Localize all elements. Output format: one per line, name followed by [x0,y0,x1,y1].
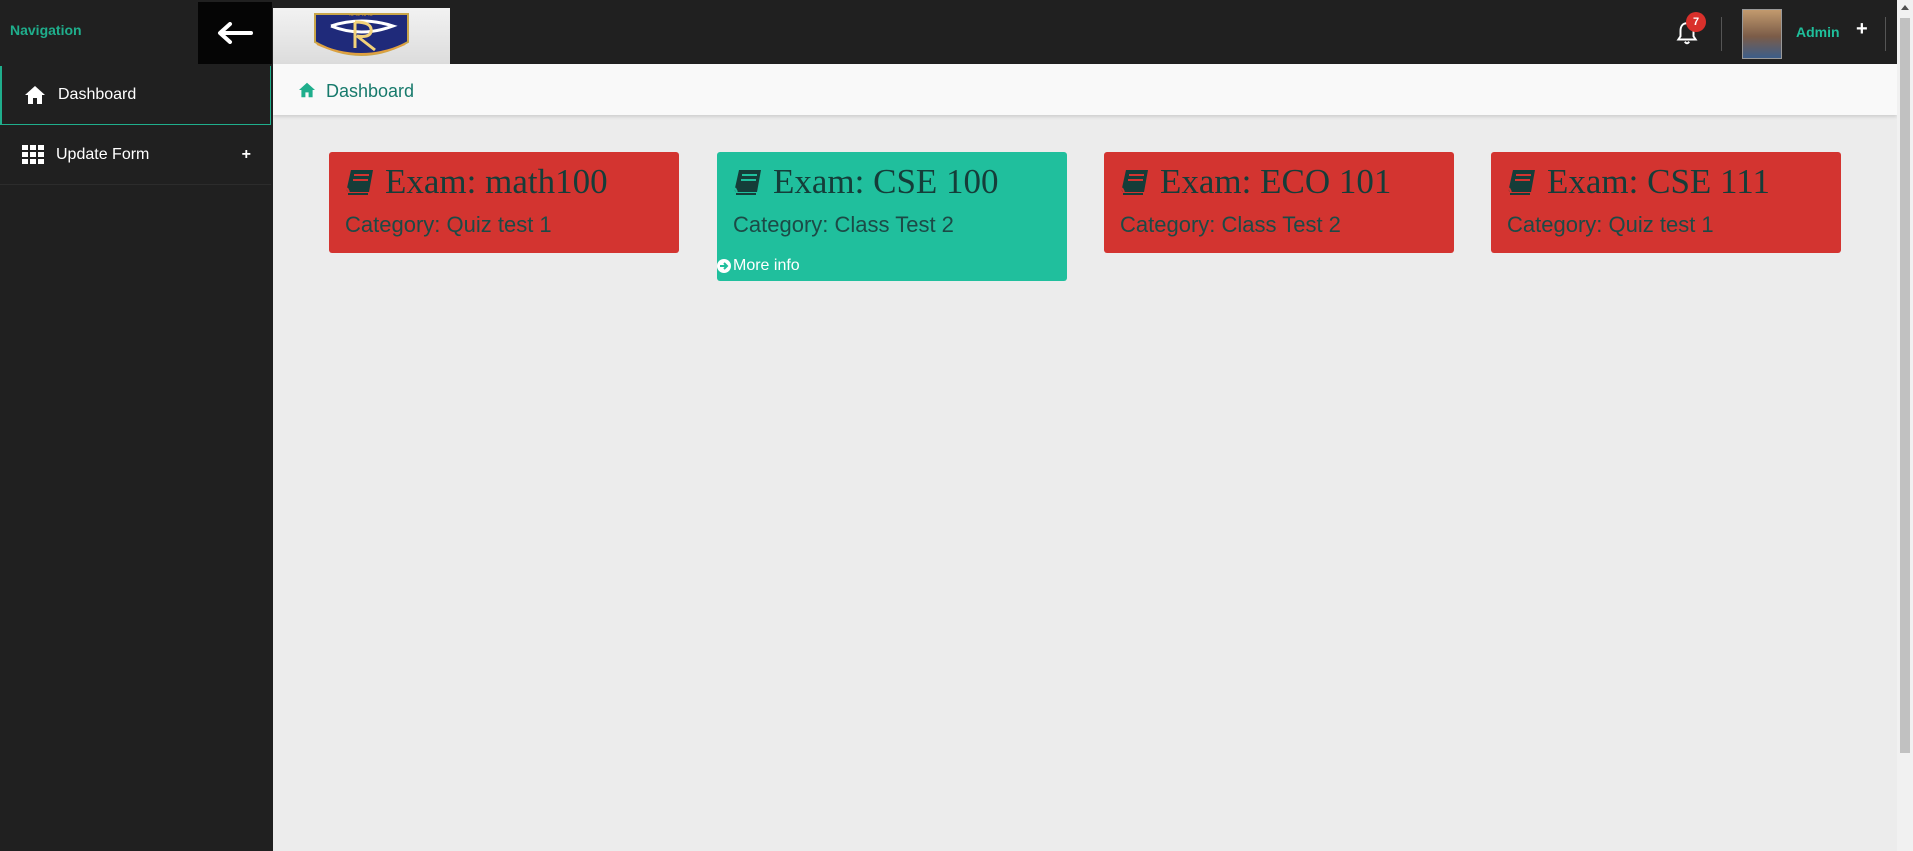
divider [1721,17,1722,51]
scroll-up-icon[interactable] [1901,5,1909,10]
svg-text:~ ~ ~ ~: ~ ~ ~ ~ [349,11,373,20]
exam-category: Category: Quiz test 1 [1507,212,1714,237]
more-info-label: More info [733,257,800,274]
avatar[interactable] [1742,9,1782,59]
exam-card-title: Exam: math100 [345,162,608,202]
scrollbar-thumb[interactable] [1900,18,1910,753]
grid-icon [22,144,44,166]
sidebar-item-dashboard[interactable]: Dashboard [0,66,271,125]
sidebar-item-update-form[interactable]: Update Form + [0,126,271,185]
exam-title: Exam: CSE 111 [1547,162,1770,201]
home-icon [24,84,46,106]
exam-category: Category: Class Test 2 [1120,212,1341,237]
exam-card[interactable]: Exam: CSE 100 Category: Class Test 2 Mor… [717,152,1067,281]
top-navbar: Navigation ~ ~ ~ ~ 7 Admin + [0,0,1897,64]
book-icon [1508,170,1535,195]
vertical-scrollbar[interactable] [1897,0,1913,851]
home-icon [299,82,315,98]
divider [1885,17,1886,51]
exam-title: Exam: ECO 101 [1160,162,1392,201]
book-icon [346,170,373,195]
sidebar-item-label: Dashboard [58,86,137,103]
book-icon [734,170,761,195]
exam-card[interactable]: Exam: ECO 101 Category: Class Test 2 [1104,152,1454,253]
user-menu-name[interactable]: Admin [1796,24,1840,40]
exam-card[interactable]: Exam: CSE 111 Category: Quiz test 1 [1491,152,1841,253]
breadcrumb-label[interactable]: Dashboard [326,81,414,102]
expand-plus-icon[interactable]: + [242,146,251,164]
exam-category: Category: Class Test 2 [733,212,954,237]
exam-title: Exam: math100 [385,162,608,201]
sidebar: Dashboard Update Form + [0,64,273,851]
arrow-circle-right-icon [717,259,731,273]
sidebar-toggle-button[interactable] [198,2,272,64]
notification-count-badge: 7 [1686,12,1706,32]
exam-title: Exam: CSE 100 [773,162,999,201]
exam-category: Category: Quiz test 1 [345,212,552,237]
exam-card-title: Exam: ECO 101 [1120,162,1391,202]
arrow-left-icon [218,22,253,44]
more-info-link[interactable]: More info [717,257,800,275]
exam-card-title: Exam: CSE 100 [733,162,999,202]
navigation-title: Navigation [10,22,82,38]
breadcrumb: Dashboard [273,64,1897,115]
user-menu-expand-icon[interactable]: + [1856,18,1868,41]
exam-card-title: Exam: CSE 111 [1507,162,1770,202]
sidebar-item-label: Update Form [56,146,150,163]
book-icon [1121,170,1148,195]
exam-card[interactable]: Exam: math100 Category: Quiz test 1 [329,152,679,253]
brand-logo[interactable]: ~ ~ ~ ~ [273,8,450,64]
